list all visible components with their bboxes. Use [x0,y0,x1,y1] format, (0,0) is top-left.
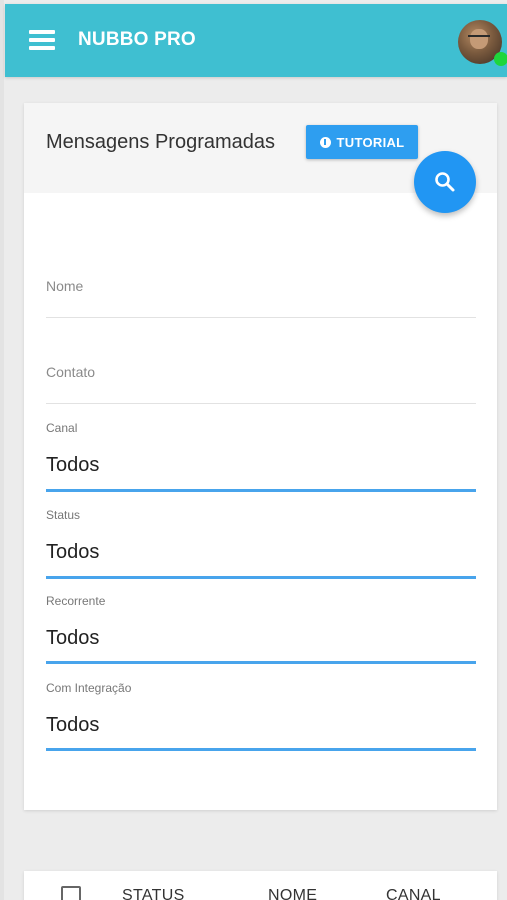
status-value: Todos [46,541,100,563]
integracao-select[interactable]: Com Integração Todos [46,681,476,751]
canal-underline [46,489,476,492]
search-button[interactable] [414,151,476,213]
filter-card: Mensagens Programadas TUTORIAL Nome Cont… [24,103,497,810]
nome-field[interactable]: Nome [46,278,476,318]
canal-label: Canal [46,421,78,435]
search-icon [435,172,455,192]
recorrente-label: Recorrente [46,594,106,608]
avatar-glasses [468,35,490,40]
integracao-value: Todos [46,714,100,736]
avatar[interactable] [458,20,507,66]
nome-underline [46,317,476,318]
tutorial-button[interactable]: TUTORIAL [306,125,418,159]
column-header-nome[interactable]: NOME [268,887,317,900]
integracao-underline [46,748,476,751]
app-title: NUBBO PRO [78,29,196,50]
results-table-header: STATUS NOME CANAL [24,871,497,900]
hamburger-menu-icon[interactable] [29,28,55,52]
column-header-status[interactable]: STATUS [122,887,185,900]
canal-value: Todos [46,454,100,476]
recorrente-value: Todos [46,627,100,649]
canal-select[interactable]: Canal Todos [46,421,476,492]
contato-underline [46,403,476,404]
select-all-checkbox[interactable] [61,886,81,900]
recorrente-underline [46,661,476,664]
nome-placeholder: Nome [46,278,84,294]
tutorial-button-label: TUTORIAL [336,134,405,150]
contato-field[interactable]: Contato [46,364,476,404]
online-status-dot [494,52,507,66]
column-header-canal[interactable]: CANAL [386,887,441,900]
app-bar: NUBBO PRO [5,4,507,77]
integracao-label: Com Integração [46,681,132,695]
info-icon [319,136,331,148]
recorrente-select[interactable]: Recorrente Todos [46,594,476,664]
status-label: Status [46,508,81,522]
status-underline [46,576,476,579]
contato-placeholder: Contato [46,364,96,380]
page-title: Mensagens Programadas [46,131,276,153]
status-select[interactable]: Status Todos [46,508,476,579]
